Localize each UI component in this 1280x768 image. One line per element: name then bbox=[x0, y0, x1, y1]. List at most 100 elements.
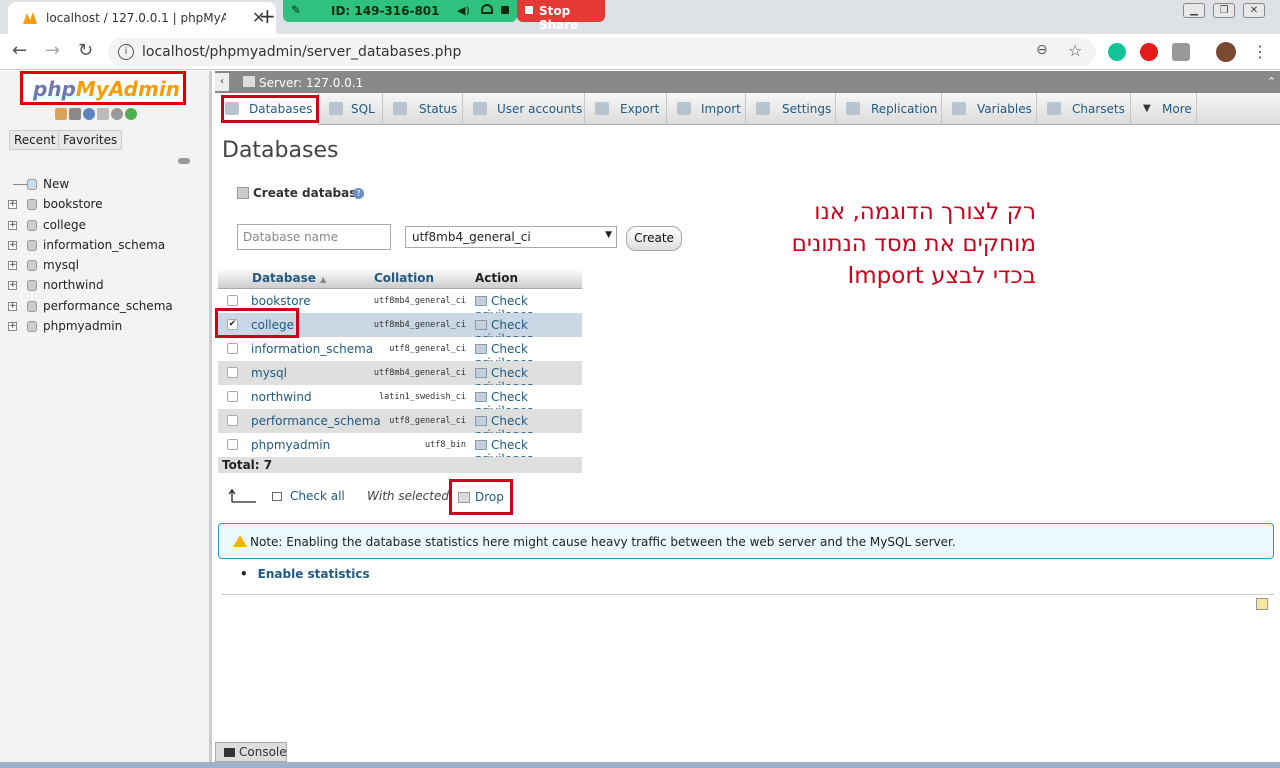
restore-icon[interactable]: ❐ bbox=[1213, 3, 1235, 18]
settings-gear-icon[interactable] bbox=[111, 108, 123, 120]
row-checkbox[interactable] bbox=[227, 367, 238, 378]
create-database-label: Create database bbox=[253, 186, 365, 200]
recent-button[interactable]: Recent bbox=[9, 130, 61, 150]
audio-icon[interactable]: ◀) bbox=[457, 4, 470, 17]
link-icon[interactable] bbox=[178, 158, 190, 164]
create-button[interactable]: Create bbox=[626, 226, 682, 251]
tab-label: More bbox=[1162, 102, 1192, 116]
collation-cell: latin1_swedish_ci bbox=[379, 392, 466, 402]
tab-charsets[interactable]: Charsets bbox=[1037, 93, 1131, 125]
home-icon[interactable] bbox=[55, 108, 67, 120]
back-icon[interactable]: ← bbox=[12, 40, 27, 61]
collapse-nav-icon[interactable]: ‹ bbox=[215, 73, 229, 91]
scroll-top-icon[interactable]: ⌃ bbox=[1267, 75, 1276, 88]
url-field[interactable]: i localhost/phpmyadmin/server_databases.… bbox=[108, 38, 1096, 66]
expand-icon[interactable]: + bbox=[8, 281, 17, 291]
check-all-link[interactable]: Check all bbox=[272, 489, 345, 503]
database-icon bbox=[27, 280, 37, 292]
expand-icon[interactable]: + bbox=[8, 301, 17, 311]
minimize-icon[interactable]: ▁ bbox=[1183, 3, 1205, 18]
reload-icon[interactable]: ↻ bbox=[78, 40, 93, 61]
browser-menu-icon[interactable]: ⋮ bbox=[1252, 42, 1268, 61]
privileges-icon bbox=[475, 368, 487, 378]
collation-cell: utf8_general_ci bbox=[389, 416, 466, 426]
lock-icon[interactable] bbox=[501, 6, 509, 14]
database-add-icon bbox=[237, 187, 249, 199]
grammarly-extension-icon[interactable] bbox=[1108, 43, 1126, 61]
tab-user-accounts[interactable]: User accounts bbox=[463, 93, 585, 125]
address-bar: ← → ↻ i localhost/phpmyadmin/server_data… bbox=[0, 34, 1280, 70]
database-link[interactable]: bookstore bbox=[251, 294, 311, 308]
page-note-icon[interactable] bbox=[1256, 598, 1268, 610]
help-icon[interactable]: ? bbox=[353, 188, 364, 199]
expand-icon[interactable]: + bbox=[8, 261, 17, 271]
tab-settings[interactable]: Settings bbox=[746, 93, 836, 125]
gauge-icon[interactable] bbox=[481, 4, 493, 14]
drop-button[interactable]: Drop bbox=[449, 479, 513, 515]
pin-icon[interactable]: ✎ bbox=[291, 3, 301, 17]
new-tab-icon[interactable]: + bbox=[259, 4, 276, 28]
profile-avatar[interactable] bbox=[1216, 42, 1236, 62]
info-icon[interactable]: i bbox=[118, 44, 134, 60]
privileges-icon bbox=[475, 440, 487, 450]
phpmyadmin-logo[interactable]: phpMyAdmin bbox=[20, 71, 186, 105]
replication-icon bbox=[846, 102, 860, 115]
stop-share-button[interactable]: Stop Share bbox=[517, 0, 605, 32]
database-name-input[interactable]: Database name bbox=[237, 224, 391, 250]
expand-icon[interactable]: + bbox=[8, 240, 17, 250]
row-checkbox[interactable] bbox=[227, 415, 238, 426]
arrow-up-icon bbox=[228, 488, 258, 507]
collation-select[interactable]: utf8mb4_general_ci ▼ bbox=[405, 226, 617, 248]
tab-import[interactable]: Import bbox=[667, 93, 746, 125]
refresh-icon[interactable] bbox=[125, 108, 137, 120]
stop-share-label: Stop Share bbox=[539, 4, 579, 32]
create-database-heading: Create database bbox=[237, 186, 365, 200]
tab-variables[interactable]: Variables bbox=[942, 93, 1037, 125]
check-all-label: Check all bbox=[290, 489, 345, 503]
tab-export[interactable]: Export bbox=[585, 93, 667, 125]
expand-icon[interactable]: + bbox=[8, 322, 17, 332]
warning-icon bbox=[233, 535, 247, 547]
tab-replication[interactable]: Replication bbox=[836, 93, 942, 125]
tab-label: User accounts bbox=[497, 102, 583, 116]
logout-icon[interactable] bbox=[69, 108, 81, 120]
tree-item-label: mysql bbox=[43, 258, 79, 273]
database-link[interactable]: information_schema bbox=[251, 342, 373, 356]
tab-more[interactable]: ▼ More bbox=[1131, 93, 1197, 125]
tab-sql[interactable]: SQL bbox=[319, 93, 383, 125]
column-header-database[interactable]: Database ▲ bbox=[252, 271, 326, 285]
row-checkbox[interactable] bbox=[227, 295, 238, 306]
tab-label: Charsets bbox=[1072, 102, 1125, 116]
help-icon[interactable] bbox=[83, 108, 95, 120]
database-link[interactable]: northwind bbox=[251, 390, 312, 404]
enable-statistics-link[interactable]: • Enable statistics bbox=[240, 567, 370, 581]
tree-item-label: college bbox=[43, 217, 86, 232]
expand-icon[interactable]: + bbox=[8, 200, 17, 210]
row-checkbox[interactable] bbox=[227, 391, 238, 402]
row-checkbox[interactable] bbox=[227, 343, 238, 354]
browser-tab[interactable]: localhost / 127.0.0.1 | phpMyAdm ✕ bbox=[8, 2, 276, 34]
window-close-icon[interactable]: ✕ bbox=[1243, 3, 1265, 18]
shield-extension-icon[interactable] bbox=[1172, 43, 1190, 61]
export-icon bbox=[595, 102, 609, 115]
database-link[interactable]: performance_schema bbox=[251, 414, 381, 428]
favorites-button[interactable]: Favorites bbox=[58, 130, 123, 150]
console-toggle[interactable]: Console bbox=[215, 742, 287, 762]
database-link[interactable]: phpmyadmin bbox=[251, 438, 330, 452]
server-label[interactable]: Server: 127.0.0.1 bbox=[259, 76, 363, 90]
table-row: northwindlatin1_swedish_ciCheck privileg… bbox=[218, 385, 582, 418]
forward-icon[interactable]: → bbox=[45, 40, 60, 61]
zoom-icon[interactable]: ⊖ bbox=[1036, 42, 1048, 58]
database-link[interactable]: mysql bbox=[251, 366, 287, 380]
row-checkbox[interactable] bbox=[227, 439, 238, 450]
console-label: Console bbox=[239, 745, 287, 759]
column-header-collation[interactable]: Collation bbox=[374, 271, 434, 285]
bookmark-star-icon[interactable]: ☆ bbox=[1068, 41, 1082, 60]
expand-icon[interactable]: + bbox=[8, 220, 17, 230]
docs-icon[interactable] bbox=[97, 108, 109, 120]
tab-status[interactable]: Status bbox=[383, 93, 463, 125]
tree-item-label: northwind bbox=[43, 278, 104, 293]
table-row: information_schemautf8_general_ciCheck p… bbox=[218, 337, 582, 370]
privileges-icon bbox=[475, 320, 487, 330]
adblock-extension-icon[interactable] bbox=[1140, 43, 1158, 61]
